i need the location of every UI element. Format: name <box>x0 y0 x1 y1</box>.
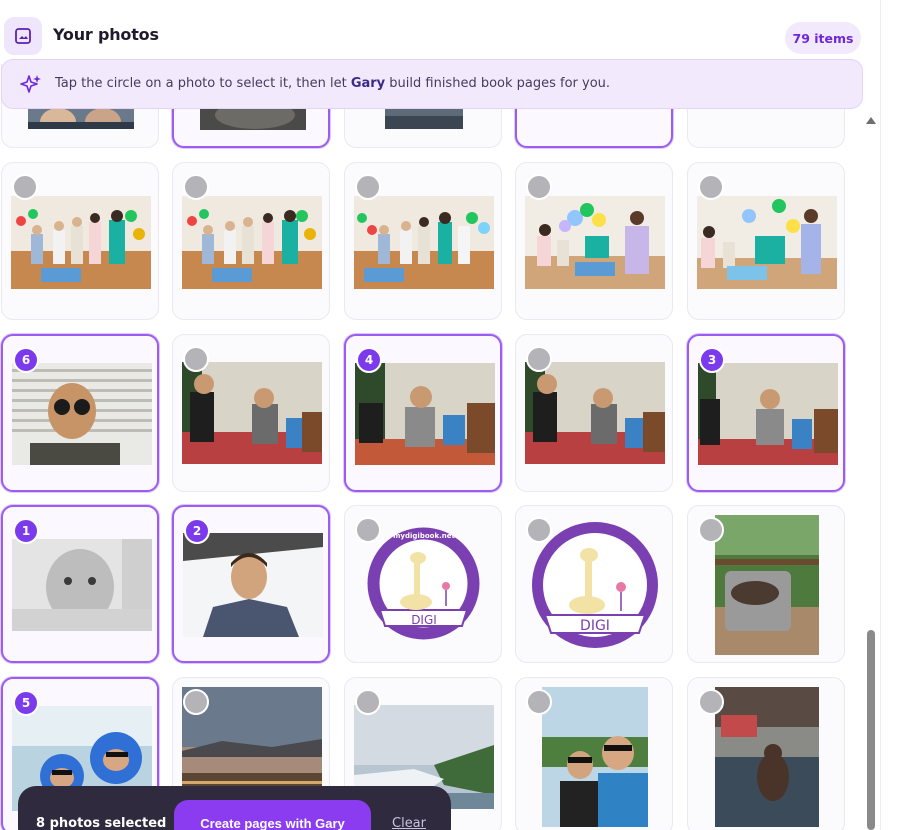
photo-card[interactable] <box>687 505 845 663</box>
photo-card[interactable]: 3 <box>687 334 845 492</box>
photo-thumbnail <box>525 196 665 289</box>
photo-thumbnail <box>697 196 837 289</box>
selected-count-text: 8 photos selected <box>36 816 167 830</box>
photo-thumbnail <box>525 362 665 464</box>
photo-thumbnail <box>698 363 838 465</box>
photo-card[interactable]: 6 <box>1 334 159 492</box>
photo-card[interactable] <box>344 162 502 320</box>
selection-order-badge[interactable]: 6 <box>13 347 39 373</box>
selection-order-badge[interactable]: 2 <box>184 518 210 544</box>
logo-name-text: DIGI <box>580 618 610 634</box>
page-title: Your photos <box>53 25 159 44</box>
panel-divider <box>880 0 881 830</box>
selection-order-badge[interactable]: 4 <box>356 347 382 373</box>
scrollbar-thumb[interactable] <box>867 630 875 830</box>
photo-card[interactable]: mydigibook.net DIGI <box>344 505 502 663</box>
select-circle[interactable] <box>355 517 381 543</box>
photo-thumbnail <box>542 687 648 827</box>
photo-thumbnail <box>11 196 151 289</box>
assistant-name: Gary <box>350 76 386 91</box>
clear-selection-link[interactable]: Clear <box>392 816 426 830</box>
photo-thumbnail <box>354 196 494 289</box>
select-circle[interactable] <box>355 689 381 715</box>
photo-thumbnail <box>182 362 322 464</box>
photo-thumbnail <box>355 363 495 465</box>
photo-card[interactable]: 4 <box>344 334 502 492</box>
selection-order-badge[interactable]: 5 <box>13 690 39 716</box>
photo-card[interactable] <box>515 677 673 830</box>
photo-card[interactable]: 1 <box>1 505 159 663</box>
photo-card[interactable] <box>1 162 159 320</box>
photo-card[interactable] <box>687 677 845 830</box>
photo-card[interactable] <box>515 334 673 492</box>
selection-order-badge[interactable]: 3 <box>699 347 725 373</box>
info-banner-text: Tap the circle on a photo to select it, … <box>55 76 611 91</box>
photo-thumbnail <box>182 196 322 289</box>
select-circle[interactable] <box>698 174 724 200</box>
photos-header: Your photos 79 items <box>0 0 880 64</box>
photo-card[interactable]: 2 <box>172 505 330 663</box>
photo-card[interactable] <box>687 162 845 320</box>
select-circle[interactable] <box>698 689 724 715</box>
scrollbar[interactable] <box>864 110 878 830</box>
photo-thumbnail <box>715 515 819 655</box>
photo-card[interactable] <box>515 162 673 320</box>
photo-card[interactable]: DIGI <box>515 505 673 663</box>
selection-action-bar: 8 photos selected Create pages with Gary… <box>18 786 451 830</box>
select-circle[interactable] <box>526 517 552 543</box>
photo-card[interactable] <box>172 162 330 320</box>
photo-thumbnail <box>12 539 152 631</box>
scroll-up-arrow-icon[interactable] <box>866 117 876 124</box>
select-circle[interactable] <box>526 346 552 372</box>
info-banner: Tap the circle on a photo to select it, … <box>1 59 863 109</box>
select-circle[interactable] <box>526 174 552 200</box>
select-circle[interactable] <box>12 174 38 200</box>
item-count-badge: 79 items <box>785 22 861 54</box>
select-circle[interactable] <box>183 689 209 715</box>
select-circle[interactable] <box>698 517 724 543</box>
photos-panel: 6 4 3 1 2 mydigibook.net DIGI DIGI 5 You… <box>0 0 880 830</box>
photo-grid: 6 4 3 1 2 mydigibook.net DIGI DIGI 5 <box>0 0 860 830</box>
photo-card[interactable] <box>172 334 330 492</box>
photo-thumbnail <box>12 363 152 465</box>
selection-order-badge[interactable]: 1 <box>13 518 39 544</box>
image-icon <box>4 17 42 55</box>
select-circle[interactable] <box>526 689 552 715</box>
logo-name-text: DIGI <box>411 613 437 627</box>
select-circle[interactable] <box>183 346 209 372</box>
create-pages-button[interactable]: Create pages with Gary <box>174 800 371 830</box>
photo-thumbnail <box>183 533 323 637</box>
photo-thumbnail <box>715 687 819 827</box>
select-circle[interactable] <box>183 174 209 200</box>
select-circle[interactable] <box>355 174 381 200</box>
sparkle-icon <box>20 74 42 100</box>
